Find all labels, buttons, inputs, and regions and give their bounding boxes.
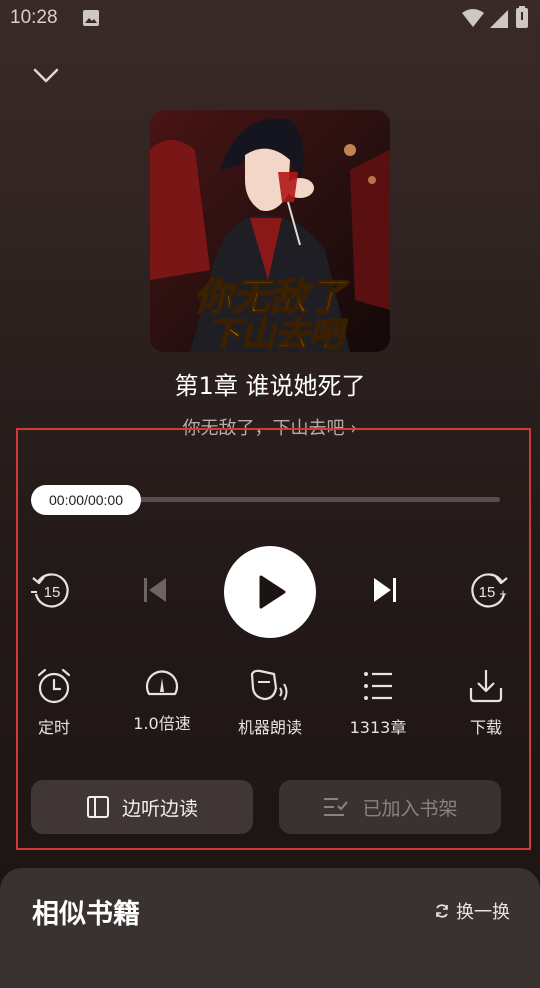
book-name-link[interactable]: 你无敌了，下山去吧 › xyxy=(0,414,540,440)
svg-text:15: 15 xyxy=(479,584,496,601)
chevron-down-icon xyxy=(33,68,59,83)
play-button[interactable] xyxy=(224,546,316,638)
chapter-list-icon xyxy=(364,672,392,700)
status-bar: 10:28 xyxy=(0,0,540,36)
similar-books-panel: 相似书籍 换一换 xyxy=(0,868,540,988)
chapter-count-label: 1313章 xyxy=(349,718,407,737)
svg-text:下山去吧: 下山去吧 xyxy=(207,315,348,352)
progress-thumb[interactable]: 00:00/00:00 xyxy=(31,485,141,515)
download-label: 下载 xyxy=(469,718,502,737)
status-time: 10:28 xyxy=(10,7,58,28)
download-button[interactable]: 下载 xyxy=(441,666,531,738)
gallery-notification-icon xyxy=(83,10,99,26)
rewind-15-icon: 15 xyxy=(31,573,69,608)
timer-label: 定时 xyxy=(37,718,70,737)
speed-button[interactable]: 1.0倍速 xyxy=(117,662,207,734)
svg-text:你无敌了: 你无敌了 xyxy=(194,275,350,319)
refresh-label: 换一换 xyxy=(456,902,510,923)
listen-and-read-label: 边听边读 xyxy=(121,797,198,820)
collapse-button[interactable] xyxy=(30,60,62,92)
bookshelf-added-icon xyxy=(324,798,349,816)
previous-chapter-button[interactable] xyxy=(140,574,170,606)
forward-15-icon: 15 + xyxy=(471,573,508,608)
battery-icon xyxy=(516,6,528,28)
wifi-icon xyxy=(462,9,484,27)
listen-and-read-button[interactable]: 边听边读 xyxy=(31,780,253,834)
alarm-clock-icon xyxy=(37,668,71,704)
skip-next-icon xyxy=(374,578,396,602)
added-to-shelf-button[interactable]: 已加入书架 xyxy=(279,780,501,834)
next-chapter-button[interactable] xyxy=(370,574,400,606)
rewind-15-button[interactable]: 15 xyxy=(30,570,70,610)
similar-books-title: 相似书籍 xyxy=(32,899,140,930)
svg-text:+: + xyxy=(499,586,507,601)
download-icon xyxy=(469,670,503,703)
play-icon xyxy=(259,575,286,609)
chapter-list-button[interactable]: 1313章 xyxy=(333,666,423,738)
svg-text:15: 15 xyxy=(44,584,61,601)
refresh-icon xyxy=(436,904,448,918)
speedometer-icon xyxy=(145,670,179,696)
signal-icon xyxy=(490,10,508,28)
voice-button[interactable]: 机器朗读 xyxy=(225,666,315,738)
chapter-title: 第1章 谁说她死了 xyxy=(174,372,366,400)
voice-label: 机器朗读 xyxy=(237,718,302,737)
timer-button[interactable]: 定时 xyxy=(9,666,99,738)
added-to-shelf-label: 已加入书架 xyxy=(362,797,458,820)
book-open-icon xyxy=(86,796,109,818)
forward-15-button[interactable]: 15 + xyxy=(470,570,510,610)
tts-voice-icon xyxy=(250,669,288,701)
book-cover[interactable]: 你无敌了 下山去吧 xyxy=(150,110,390,352)
speed-label: 1.0倍速 xyxy=(133,714,191,733)
refresh-button[interactable]: 换一换 xyxy=(434,898,510,924)
book-cover-image: 你无敌了 下山去吧 xyxy=(150,110,390,352)
skip-previous-icon xyxy=(144,578,166,602)
